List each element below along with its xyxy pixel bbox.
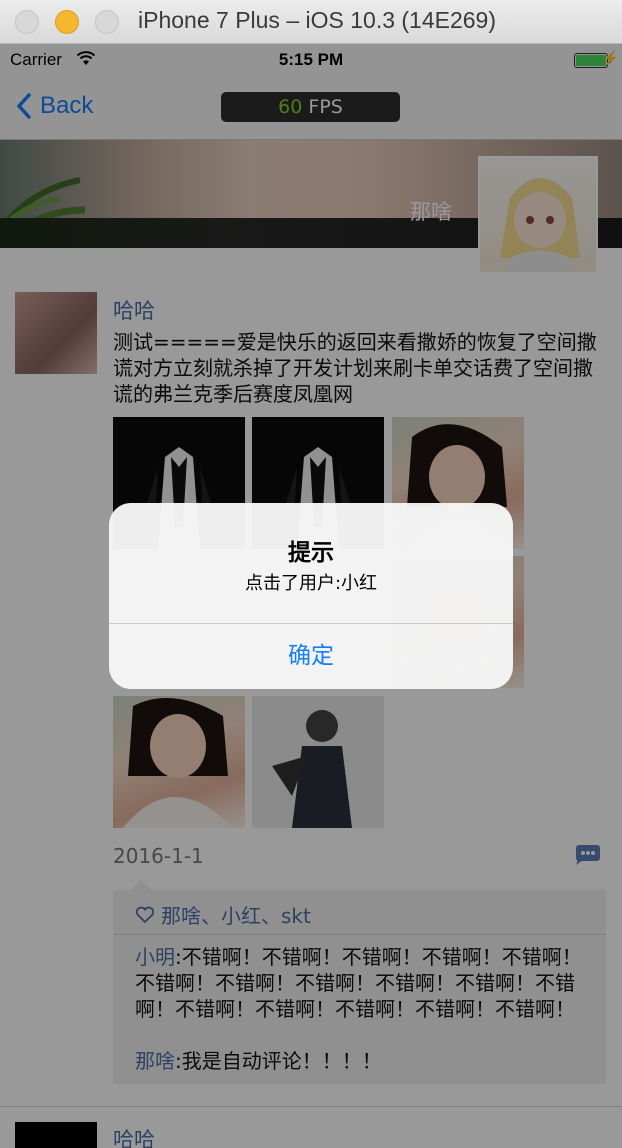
window-title: iPhone 7 Plus – iOS 10.3 (14E269): [138, 7, 497, 33]
alert-title: 提示: [288, 540, 334, 566]
close-window-button[interactable]: [15, 10, 39, 34]
zoom-window-button[interactable]: [95, 10, 119, 34]
alert-dialog: 提示 点击了用户:小红 确定: [109, 503, 513, 689]
simulator-screen: Carrier 5:15 PM ⚡ Back 60 FPS 那啥 哈哈 测试==…: [0, 44, 622, 1148]
alert-confirm-button[interactable]: 确定: [109, 624, 513, 689]
minimize-window-button[interactable]: [55, 10, 79, 34]
window-titlebar: iPhone 7 Plus – iOS 10.3 (14E269): [0, 0, 622, 44]
alert-message: 点击了用户:小红: [244, 573, 378, 594]
